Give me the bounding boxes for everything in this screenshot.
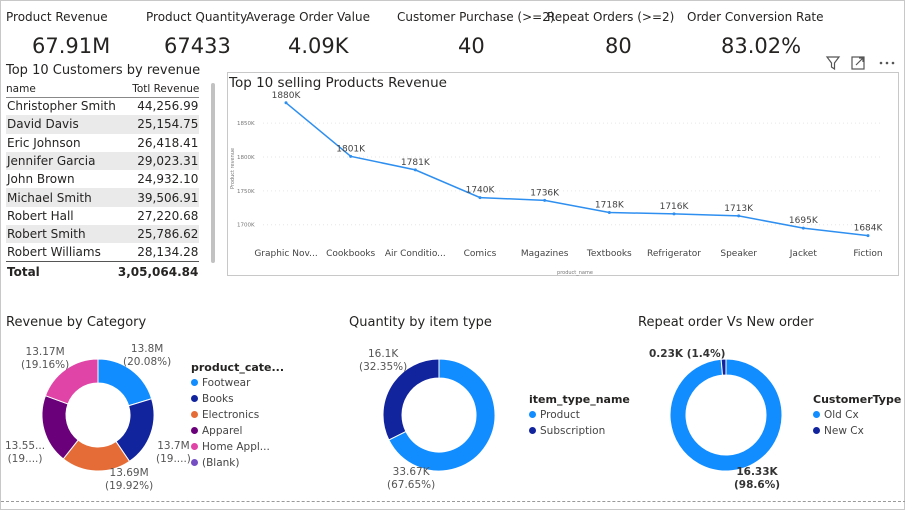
donut-charts-svg: Revenue by Category Quantity by item type…	[6, 315, 814, 472]
donut-data-label: 0.23K (1.4%)	[649, 348, 725, 361]
page-bottom-divider	[1, 501, 905, 502]
legend-label: Books	[202, 393, 234, 405]
legend-label: Product	[540, 409, 580, 421]
legend-item[interactable]: New Cx	[813, 425, 864, 437]
legend-item[interactable]: Old Cx	[813, 409, 859, 421]
legend-color-dot	[191, 426, 198, 434]
donut-data-label: 13.7M (19....)	[156, 440, 191, 466]
donut-slice[interactable]	[669, 358, 783, 472]
legend-label: Electronics	[202, 409, 260, 421]
report-canvas: Product Revenue 67.91M Product Quantity …	[0, 0, 905, 510]
donut-label-percent: (19....)	[7, 453, 43, 465]
legend-title: CustomerType	[813, 393, 902, 406]
donut-label-value: 13.17M	[25, 346, 65, 358]
legend-color-dot	[529, 426, 536, 434]
legend-title: product_cate...	[191, 361, 285, 374]
legend-color-dot	[191, 410, 198, 418]
legend-label: (Blank)	[202, 457, 240, 469]
donut-chart-title: Quantity by item type	[349, 315, 492, 330]
donut-label-value: 13.7M	[157, 440, 190, 452]
legend-item[interactable]: Footwear	[191, 377, 250, 389]
donut-label-percent: (19....)	[156, 453, 191, 465]
legend-label: Footwear	[202, 377, 251, 389]
legend-item[interactable]: Books	[191, 393, 234, 405]
legend-item[interactable]: Home Appl...	[191, 441, 270, 453]
donut-label-value: 33.67K	[392, 466, 430, 478]
donut-chart-title: Repeat order Vs New order	[638, 315, 814, 330]
legend-item[interactable]: Product	[529, 409, 580, 421]
legend-item[interactable]: (Blank)	[191, 457, 239, 469]
legend-color-dot	[529, 410, 536, 418]
legend-color-dot	[191, 378, 198, 386]
legend-label: Old Cx	[824, 409, 859, 421]
legend-color-dot	[813, 410, 820, 418]
legend-item[interactable]: Electronics	[191, 409, 259, 421]
donut-data-label: 13.17M (19.16%)	[21, 346, 69, 372]
donut-label-value: 13.55...	[5, 440, 46, 452]
donut-data-label: 13.8M (20.08%)	[123, 343, 171, 369]
donut-label-percent: (20.08%)	[123, 356, 172, 368]
legend-label: New Cx	[824, 425, 864, 437]
legend-label: Subscription	[540, 425, 606, 437]
donut-data-label: 13.55... (19....)	[5, 440, 45, 466]
legend-color-dot	[813, 426, 820, 434]
donut-data-label: 33.67K (67.65%)	[387, 466, 435, 492]
legend-item[interactable]: Apparel	[191, 425, 242, 437]
donut-chart-title: Revenue by Category	[6, 315, 147, 330]
donut-data-label: 16.1K (32.35%)	[359, 348, 407, 374]
donut-label-percent: (32.35%)	[359, 361, 408, 373]
legend-item[interactable]: Subscription	[529, 425, 605, 437]
donut-data-label: 16.33K (98.6%)	[734, 466, 780, 492]
legend-label: Apparel	[202, 425, 243, 437]
donut-label-percent: (19.16%)	[21, 359, 70, 371]
donut-data-label: 13.69M (19.92%)	[105, 467, 153, 493]
donut-label-value: 0.23K (1.4%)	[649, 348, 726, 360]
legend-color-dot	[191, 442, 198, 450]
donut-slice[interactable]	[720, 358, 727, 376]
legend-color-dot	[191, 394, 198, 402]
donut-label-percent: (98.6%)	[734, 479, 781, 491]
donut-label-value: 16.1K	[367, 348, 399, 360]
legend-label: Home Appl...	[202, 441, 270, 453]
legend-title: item_type_name	[529, 393, 630, 406]
donut-label-value: 16.33K	[736, 466, 778, 478]
donut-label-percent: (19.92%)	[105, 480, 154, 492]
donut-label-percent: (67.65%)	[387, 479, 436, 491]
donut-label-value: 13.8M	[130, 343, 164, 355]
donut-label-value: 13.69M	[109, 467, 149, 479]
legend-color-dot	[191, 458, 198, 466]
